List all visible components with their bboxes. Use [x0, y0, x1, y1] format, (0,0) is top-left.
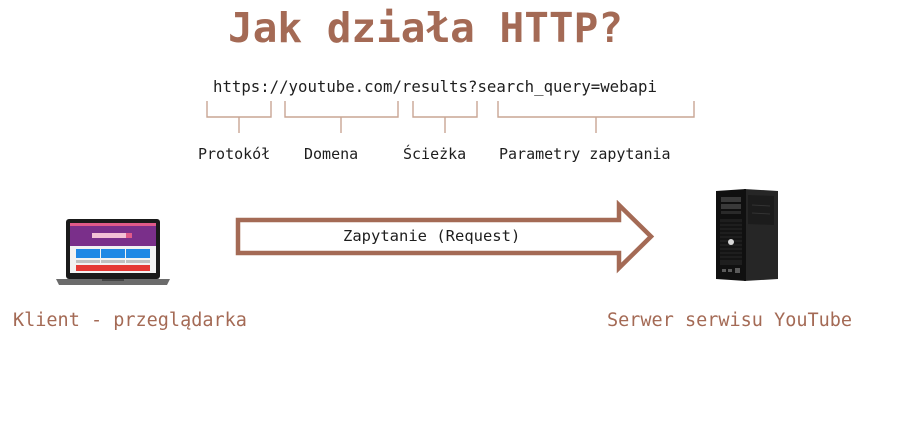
url-part-label-sciezka: Ścieżka	[403, 145, 467, 163]
request-label: Zapytanie (Request)	[343, 227, 521, 245]
url-brackets	[206, 101, 695, 133]
url-part-label-domena: Domena	[304, 145, 359, 163]
url-part-label-parametry: Parametry zapytania	[499, 145, 671, 163]
server-tower-icon	[716, 189, 778, 281]
bracket-parametry	[497, 101, 695, 133]
client-label: Klient - przeglądarka	[13, 310, 247, 331]
bracket-protokol	[206, 101, 272, 133]
server-label: Serwer serwisu YouTube	[607, 310, 853, 331]
url-part-label-protokol: Protokół	[198, 145, 271, 163]
laptop-icon	[56, 219, 170, 285]
bracket-sciezka	[412, 101, 478, 133]
bracket-domena	[284, 101, 399, 133]
